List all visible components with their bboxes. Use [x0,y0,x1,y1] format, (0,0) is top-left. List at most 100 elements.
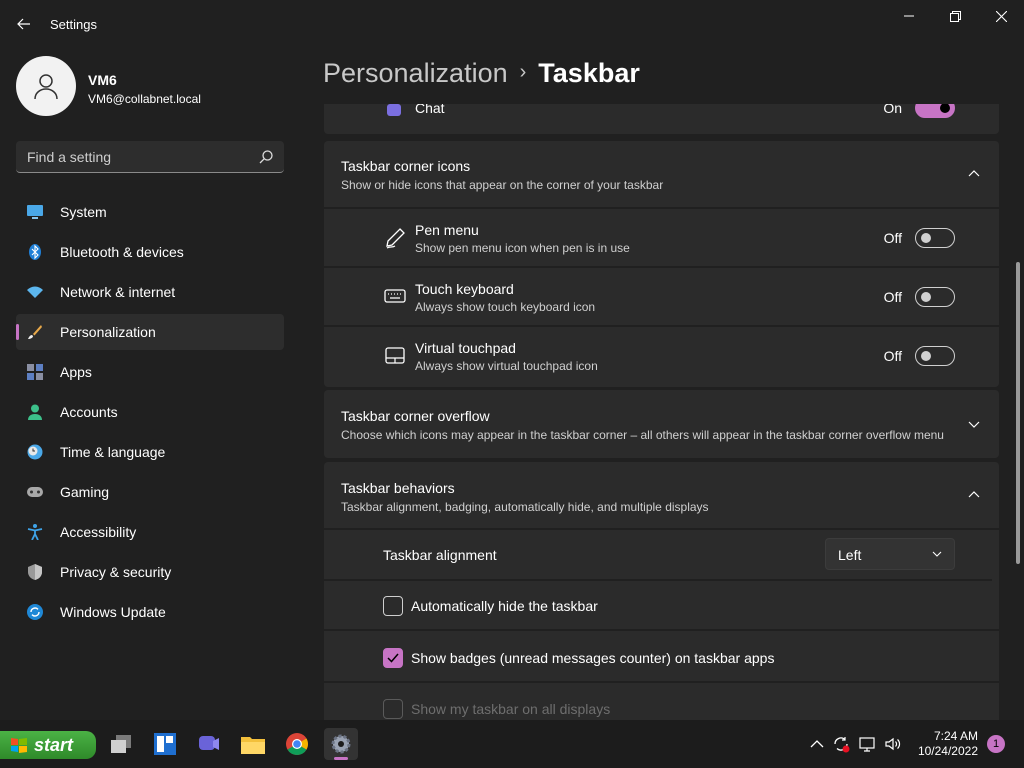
sidebar-item-network[interactable]: Network & internet [16,274,284,310]
virtual-touchpad-state: Off [883,348,902,364]
divider [324,681,999,683]
chrome-button[interactable] [280,728,314,760]
scrollbar-thumb[interactable] [1016,262,1020,564]
sidebar-item-privacy-security[interactable]: Privacy & security [16,554,284,590]
restore-button[interactable] [932,0,978,32]
corner-icons-header[interactable]: Taskbar corner icons Show or hide icons … [324,141,999,207]
profile-email: VM6@collabnet.local [88,92,201,106]
auto-hide-checkbox[interactable] [383,596,403,616]
chat-row: Chat On [324,104,999,134]
file-explorer-button[interactable] [236,728,270,760]
corner-overflow-header[interactable]: Taskbar corner overflow Choose which ico… [324,390,999,458]
corner-overflow-title: Taskbar corner overflow [341,408,490,424]
corner-icons-description: Show or hide icons that appear on the co… [341,178,664,192]
clock-date: 10/24/2022 [917,744,978,758]
breadcrumb-separator: › [519,61,527,83]
badges-checkbox[interactable] [383,648,403,668]
touch-keyboard-state: Off [883,289,902,305]
touchpad-icon [385,347,405,364]
person-icon [28,404,42,420]
sidebar-item-label: Accessibility [60,524,137,540]
widgets-icon [154,733,176,755]
file-explorer-icon [241,737,265,754]
chat-toggle[interactable] [915,104,955,118]
virtual-touchpad-toggle[interactable] [915,346,955,366]
taskbar: start 7:24 AM 10/24/2022 1 [0,720,1024,768]
profile-card[interactable]: VM6 VM6@collabnet.local [16,56,296,120]
chevron-down-icon[interactable] [967,417,981,431]
close-button[interactable] [978,0,1024,32]
alignment-dropdown[interactable]: Left [825,538,955,570]
sidebar-item-time-language[interactable]: Time & language [16,434,284,470]
title-bar: Settings [0,0,1024,48]
sync-alert-icon[interactable] [832,735,850,753]
wifi-icon [27,286,43,298]
pen-menu-description: Show pen menu icon when pen is in use [415,241,630,255]
start-label: start [34,734,74,755]
minimize-icon [904,15,914,17]
update-icon [27,604,43,620]
badges-label: Show badges (unread messages counter) on… [411,650,775,666]
sidebar-item-apps[interactable]: Apps [16,354,284,390]
breadcrumb-parent[interactable]: Personalization [323,58,508,88]
chevron-down-icon [932,551,942,557]
clock[interactable]: 7:24 AM 10/24/2022 [912,729,978,759]
monitor-icon [27,205,43,219]
notification-badge[interactable]: 1 [987,735,1005,753]
toggle-knob [921,233,931,243]
behaviors-title: Taskbar behaviors [341,480,455,496]
back-arrow-icon [17,18,30,30]
active-app-indicator [334,757,348,760]
back-button[interactable] [10,10,38,38]
network-icon[interactable] [858,735,876,753]
behaviors-description: Taskbar alignment, badging, automaticall… [341,500,709,514]
search-placeholder: Find a setting [27,149,112,165]
pen-menu-toggle[interactable] [915,228,955,248]
sidebar-item-accounts[interactable]: Accounts [16,394,284,430]
task-view-button[interactable] [104,728,138,760]
page-title: Taskbar [538,58,640,88]
search-icon [259,150,273,164]
chevron-up-icon[interactable] [967,167,981,181]
sidebar-item-label: Time & language [60,444,166,460]
sidebar-item-label: System [60,204,107,220]
person-icon [34,74,58,100]
sidebar-item-accessibility[interactable]: Accessibility [16,514,284,550]
pen-menu-row: Pen menu Show pen menu icon when pen is … [324,209,999,266]
sidebar-item-label: Gaming [60,484,110,500]
behaviors-header[interactable]: Taskbar behaviors Taskbar alignment, bad… [324,462,999,528]
clock-globe-icon [27,444,43,460]
sidebar-item-label: Apps [60,364,92,380]
sidebar-item-system[interactable]: System [16,194,284,230]
sidebar-item-bluetooth[interactable]: Bluetooth & devices [16,234,284,270]
start-button[interactable]: start [0,731,96,759]
gamepad-icon [27,487,43,497]
chat-icon [387,104,401,116]
virtual-touchpad-row: Virtual touchpad Always show virtual tou… [324,327,999,387]
behaviors-body: Taskbar alignment Left Automatically hid… [324,530,999,720]
all-displays-label: Show my taskbar on all displays [411,701,611,717]
settings-content: Chat On Taskbar corner icons Show or hid… [324,104,1000,720]
sidebar-item-label: Personalization [60,324,156,340]
toggle-knob [940,104,950,113]
clock-time: 7:24 AM [933,729,978,743]
close-icon [995,10,1007,22]
sidebar-item-windows-update[interactable]: Windows Update [16,594,284,630]
sidebar-item-gaming[interactable]: Gaming [16,474,284,510]
chevron-up-icon[interactable] [967,488,981,502]
profile-name: VM6 [88,72,117,88]
touch-keyboard-toggle[interactable] [915,287,955,307]
chevron-up-icon[interactable] [808,735,826,753]
minimize-button[interactable] [886,0,932,32]
keyboard-icon [384,289,406,303]
chat-button[interactable] [192,728,226,760]
sidebar-item-personalization[interactable]: Personalization [16,314,284,350]
search-input[interactable]: Find a setting [16,141,284,173]
toggle-knob [921,351,931,361]
sidebar-item-label: Privacy & security [60,564,172,580]
widgets-button[interactable] [148,728,182,760]
sidebar-nav: System Bluetooth & devices Network & int… [16,194,284,634]
settings-taskbar-button[interactable] [324,728,358,760]
all-displays-checkbox [383,699,403,719]
volume-icon[interactable] [884,735,902,753]
